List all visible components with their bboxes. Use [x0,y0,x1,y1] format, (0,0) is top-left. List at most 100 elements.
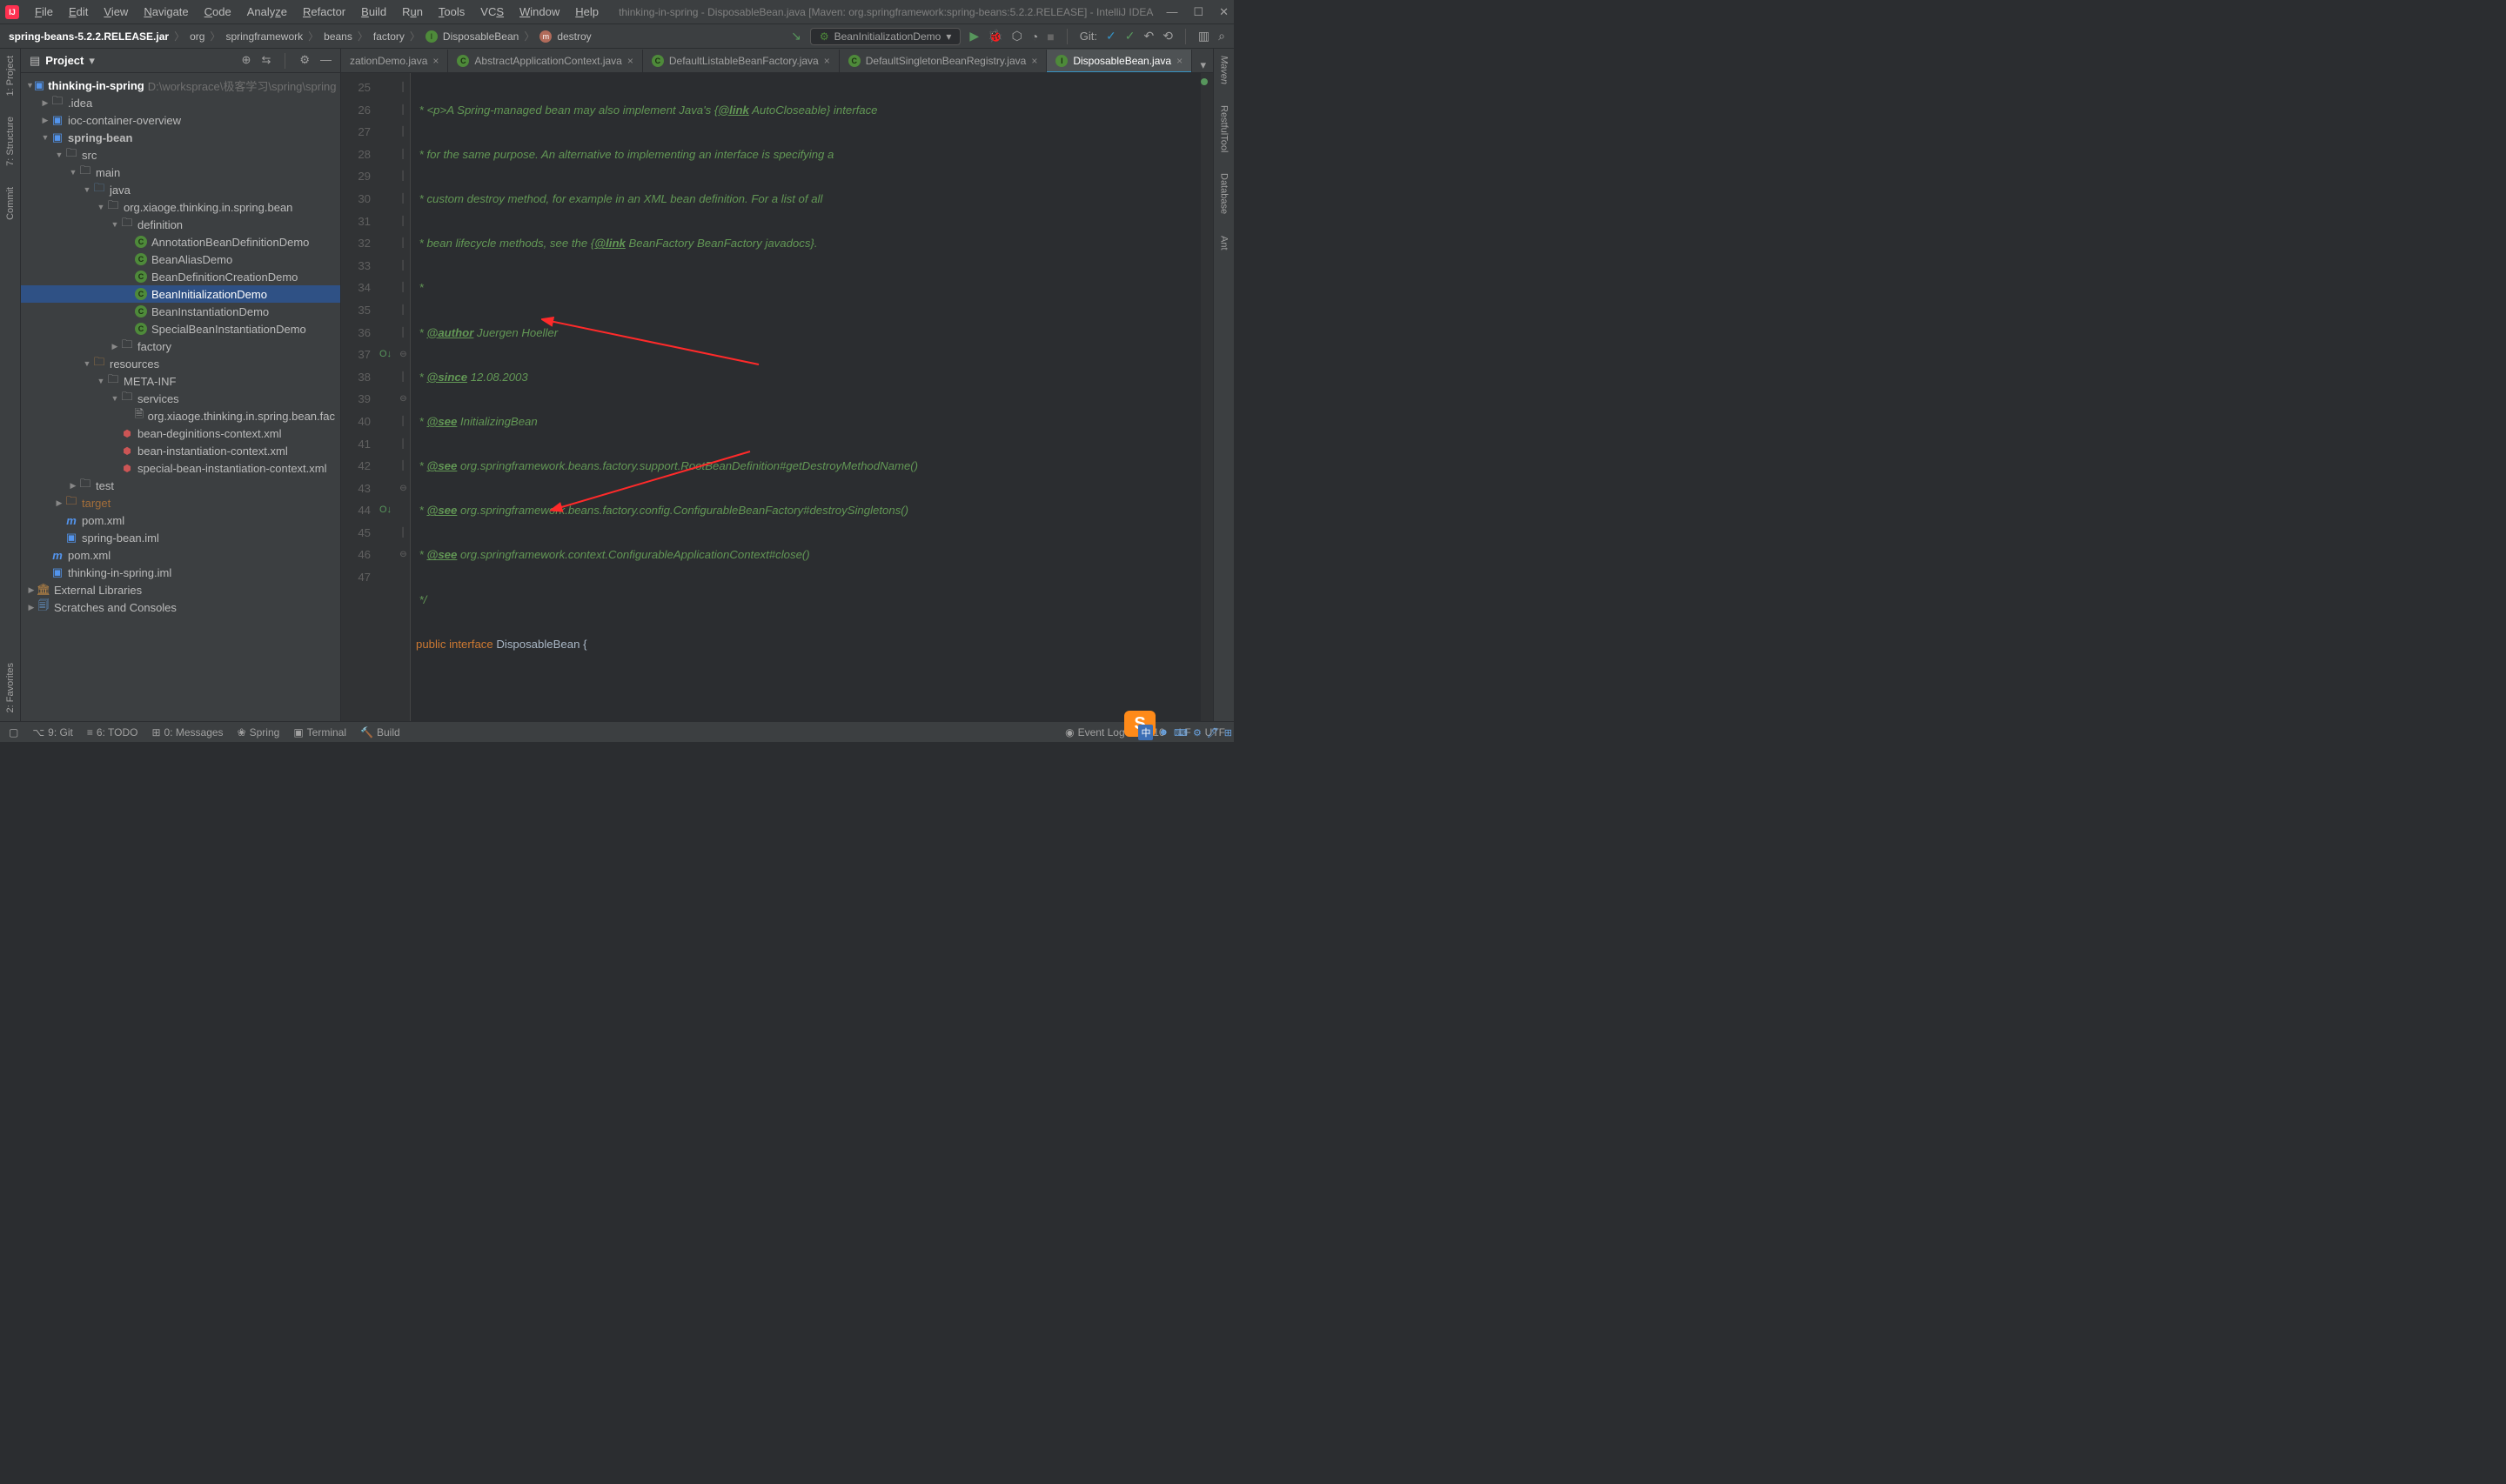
tree-xml-0[interactable]: ⬢bean-deginitions-context.xml [21,424,340,442]
tree-class-1[interactable]: CBeanAliasDemo [21,251,340,268]
minimize-icon[interactable]: — [1166,5,1177,19]
ime-language-bar[interactable]: 中 ☻⌨⚙🖊⊞ [1138,725,1232,740]
menu-navigate[interactable]: Navigate [137,3,195,20]
menu-run[interactable]: Run [395,3,430,20]
tab-0[interactable]: zationDemo.java× [341,50,448,72]
tool-commit[interactable]: Commit [5,187,16,220]
menu-window[interactable]: Window [513,3,566,20]
tree-ioc[interactable]: ▶▣ioc-container-overview [21,111,340,129]
menu-build[interactable]: Build [354,3,393,20]
tree-iml[interactable]: ▣spring-bean.iml [21,529,340,546]
tree-scratch[interactable]: ▶🗐Scratches and Consoles [21,598,340,616]
tree-pom[interactable]: mpom.xml [21,511,340,529]
status-square-icon[interactable]: ▢ [9,726,18,739]
tree-definition[interactable]: ▼🗀definition [21,216,340,233]
tree-springbean[interactable]: ▼▣spring-bean [21,129,340,146]
close-icon[interactable]: × [1031,55,1037,67]
tree-src[interactable]: ▼🗀src [21,146,340,164]
close-icon[interactable]: × [1176,55,1183,67]
tree-meta[interactable]: ▼🗀META-INF [21,372,340,390]
fold-gutter[interactable]: ││││││││││││ ⊖ │ ⊖ │││ ⊖ │⊖ [397,73,411,721]
tool-maven[interactable]: Maven [1219,56,1230,84]
tree-idea[interactable]: ▶🗀.idea [21,94,340,111]
close-icon[interactable]: × [824,55,830,67]
tool-structure[interactable]: 7: Structure [5,117,16,166]
tree-rootiml[interactable]: ▣thinking-in-spring.iml [21,564,340,581]
close-icon[interactable]: × [432,55,439,67]
menu-edit[interactable]: Edit [62,3,95,20]
tree-services[interactable]: ▼🗀services [21,390,340,407]
tree-xml-1[interactable]: ⬢bean-instantiation-context.xml [21,442,340,459]
tree-pkg[interactable]: ▼🗀org.xiaoge.thinking.in.spring.bean [21,198,340,216]
tree-factory[interactable]: ▶🗀factory [21,338,340,355]
editor[interactable]: 2526272829303132333435363738394041424344… [341,73,1213,721]
tabs-dropdown-icon[interactable]: ▾ [1193,58,1213,72]
stop-icon[interactable]: ■ [1047,30,1054,43]
chevron-down-icon[interactable]: ▾ [89,54,95,68]
tab-4[interactable]: IDisposableBean.java× [1047,50,1192,72]
override-icon[interactable]: O↓ [379,344,397,366]
editor-scrollbar[interactable] [1201,73,1213,721]
tool-restful[interactable]: RestfulTool [1219,105,1230,152]
git-update-icon[interactable]: ✓ [1106,29,1116,43]
fold-handle[interactable]: ⊖ [397,344,410,366]
gear-icon[interactable]: ⚙ [299,53,310,69]
crumb-factory[interactable]: factory [373,30,405,43]
tree-class-2[interactable]: CBeanDefinitionCreationDemo [21,268,340,285]
menu-file[interactable]: File [28,3,60,20]
tree-java[interactable]: ▼🗀java [21,181,340,198]
tree-class-4[interactable]: CBeanInstantiationDemo [21,303,340,320]
coverage-icon[interactable]: ⬡ [1012,29,1022,43]
project-tree[interactable]: ▼▣thinking-in-springD:\worksprace\极客学习\s… [21,73,340,721]
tab-1[interactable]: CAbstractApplicationContext.java× [448,50,642,72]
crumb-interface[interactable]: DisposableBean [443,30,519,43]
menu-analyze[interactable]: Analyze [240,3,294,20]
tree-class-3[interactable]: CBeanInitializationDemo [21,285,340,303]
tree-class-5[interactable]: CSpecialBeanInstantiationDemo [21,320,340,338]
menu-view[interactable]: View [97,3,135,20]
tree-xml-2[interactable]: ⬢special-bean-instantiation-context.xml [21,459,340,477]
fold-handle[interactable]: ⊖ [397,388,410,411]
tool-project[interactable]: 1: Project [5,56,16,96]
crumb-beans[interactable]: beans [324,30,352,43]
crumb-sf[interactable]: springframework [225,30,303,43]
tool-favorites[interactable]: 2: Favorites [5,663,16,712]
crumb-jar[interactable]: spring-beans-5.2.2.RELEASE.jar [9,30,169,43]
tab-2[interactable]: CDefaultListableBeanFactory.java× [643,50,840,72]
hide-icon[interactable]: — [320,53,332,69]
tree-test[interactable]: ▶🗀test [21,477,340,494]
tree-svc-file[interactable]: 🗎org.xiaoge.thinking.in.spring.bean.fac [21,407,340,424]
tree-root[interactable]: ▼▣thinking-in-springD:\worksprace\极客学习\s… [21,77,340,94]
crumb-method[interactable]: destroy [557,30,591,43]
tool-database[interactable]: Database [1219,173,1230,214]
tree-extlib[interactable]: ▶🏛External Libraries [21,581,340,598]
tool-build[interactable]: 🔨 Build [360,726,400,739]
structure-icon[interactable]: ▥ [1198,29,1209,43]
menu-code[interactable]: Code [198,3,238,20]
fold-handle[interactable]: ⊖ [397,478,410,500]
tool-terminal[interactable]: ▣ Terminal [293,726,346,739]
tab-3[interactable]: CDefaultSingletonBeanRegistry.java× [840,50,1048,72]
panel-title[interactable]: Project [45,54,84,67]
expand-icon[interactable]: ⇆ [261,53,271,69]
tool-todo[interactable]: ≡ 6: TODO [87,726,138,739]
tool-spring[interactable]: ❀ Spring [238,726,280,739]
menu-tools[interactable]: Tools [432,3,472,20]
search-icon[interactable]: ⌕ [1218,29,1225,43]
tree-class-0[interactable]: CAnnotationBeanDefinitionDemo [21,233,340,251]
debug-icon[interactable]: 🐞 [988,29,1002,43]
menu-refactor[interactable]: Refactor [296,3,352,20]
code-content[interactable]: * <p>A Spring-managed bean may also impl… [411,73,1201,721]
run-icon[interactable]: ▶ [969,29,979,43]
tool-ant[interactable]: Ant [1219,236,1230,251]
tree-rootpom[interactable]: mpom.xml [21,546,340,564]
menu-help[interactable]: Help [568,3,606,20]
tree-resources[interactable]: ▼🗀resources [21,355,340,372]
event-log[interactable]: ◉ Event Log [1065,726,1125,739]
close-icon[interactable]: ✕ [1219,5,1229,19]
tool-messages[interactable]: ⊞ 0: Messages [151,726,223,739]
tree-main[interactable]: ▼🗀main [21,164,340,181]
tool-git[interactable]: ⌥ 9: Git [32,726,73,739]
close-icon[interactable]: × [627,55,633,67]
menu-vcs[interactable]: VCS [473,3,511,20]
